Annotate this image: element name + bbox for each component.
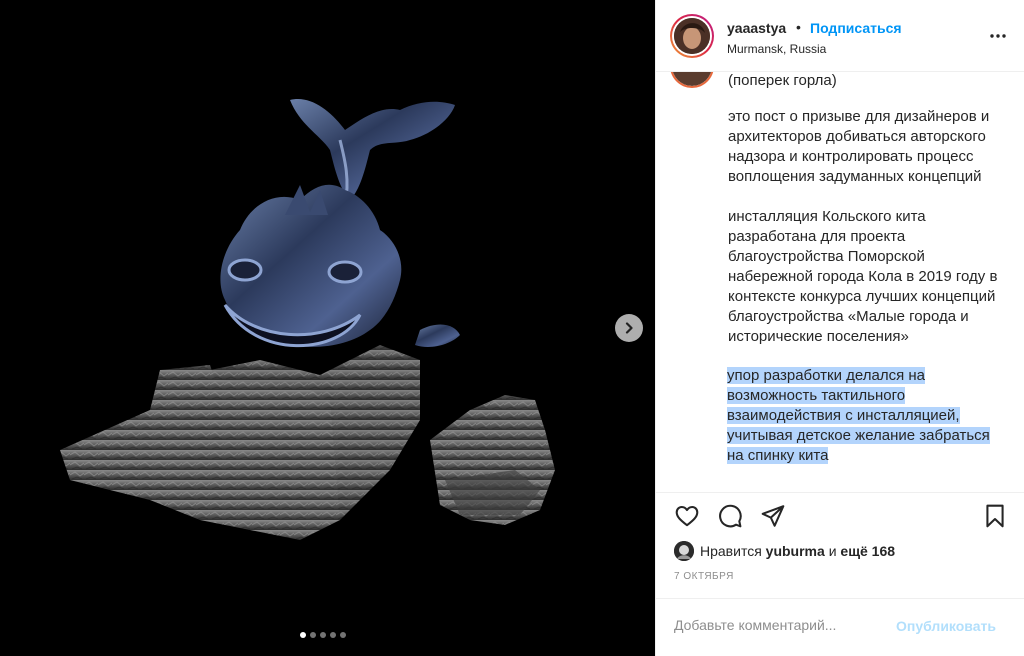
post-header: yaaastya • Подписаться Murmansk, Russia bbox=[656, 0, 1024, 72]
carousel-dot bbox=[310, 632, 316, 638]
liker-avatar[interactable] bbox=[674, 541, 694, 561]
carousel-dot bbox=[300, 632, 306, 638]
follow-button[interactable]: Подписаться bbox=[810, 20, 902, 36]
caption-area: (поперек горла) это пост о призыве для д… bbox=[656, 72, 1024, 492]
caption-paragraph-selected: упор разработки делался на возможность т… bbox=[727, 366, 1009, 466]
username-link[interactable]: yaaastya bbox=[727, 20, 786, 36]
post-date[interactable]: 7 октября bbox=[674, 571, 734, 582]
comment-form: Опубликовать bbox=[656, 598, 1024, 656]
avatar[interactable] bbox=[670, 14, 714, 58]
chevron-right-icon bbox=[625, 322, 633, 334]
instagram-post-modal: yaaastya • Подписаться Murmansk, Russia … bbox=[0, 0, 1024, 656]
caption-paragraph: инсталляция Кольского кита разработана д… bbox=[728, 208, 998, 345]
likes-conjunction: и bbox=[828, 543, 837, 559]
selected-text: упор разработки делался на возможность т… bbox=[727, 367, 990, 464]
post-media[interactable] bbox=[0, 0, 655, 656]
comment-icon bbox=[719, 504, 742, 528]
carousel-indicator bbox=[300, 632, 346, 638]
bookmark-icon bbox=[986, 504, 1004, 528]
comment-input[interactable] bbox=[674, 617, 884, 633]
heart-icon bbox=[675, 505, 699, 527]
likes-summary: Нравится yuburma и ещё 168 bbox=[674, 541, 895, 561]
more-options-button[interactable] bbox=[986, 26, 1010, 46]
comment-button[interactable] bbox=[717, 503, 743, 534]
location-link[interactable]: Murmansk, Russia bbox=[727, 42, 826, 56]
post-comment-button[interactable]: Опубликовать bbox=[896, 618, 996, 634]
save-button[interactable] bbox=[982, 503, 1008, 534]
caption-paragraph: (поперек горла) bbox=[728, 72, 837, 89]
carousel-dot bbox=[330, 632, 336, 638]
caption-avatar[interactable] bbox=[670, 72, 714, 88]
post-sidebar: yaaastya • Подписаться Murmansk, Russia … bbox=[655, 0, 1024, 656]
carousel-dot bbox=[340, 632, 346, 638]
paper-plane-icon bbox=[761, 505, 785, 527]
like-button[interactable] bbox=[674, 503, 700, 534]
liker-username-link[interactable]: yuburma bbox=[766, 543, 825, 559]
separator-dot: • bbox=[796, 19, 801, 35]
likes-count-link[interactable]: ещё 168 bbox=[840, 543, 895, 559]
whale-installation-image bbox=[60, 99, 555, 540]
carousel-dot bbox=[320, 632, 326, 638]
more-horizontal-icon bbox=[990, 34, 1006, 38]
avatar-photo bbox=[674, 18, 710, 54]
next-image-button[interactable] bbox=[615, 314, 643, 342]
share-button[interactable] bbox=[760, 503, 786, 534]
likes-prefix: Нравится bbox=[700, 543, 762, 559]
liker-photo bbox=[674, 541, 694, 561]
portrait-image bbox=[674, 18, 710, 54]
caption-paragraph: это пост о призыве для дизайнеров и архи… bbox=[728, 108, 990, 185]
